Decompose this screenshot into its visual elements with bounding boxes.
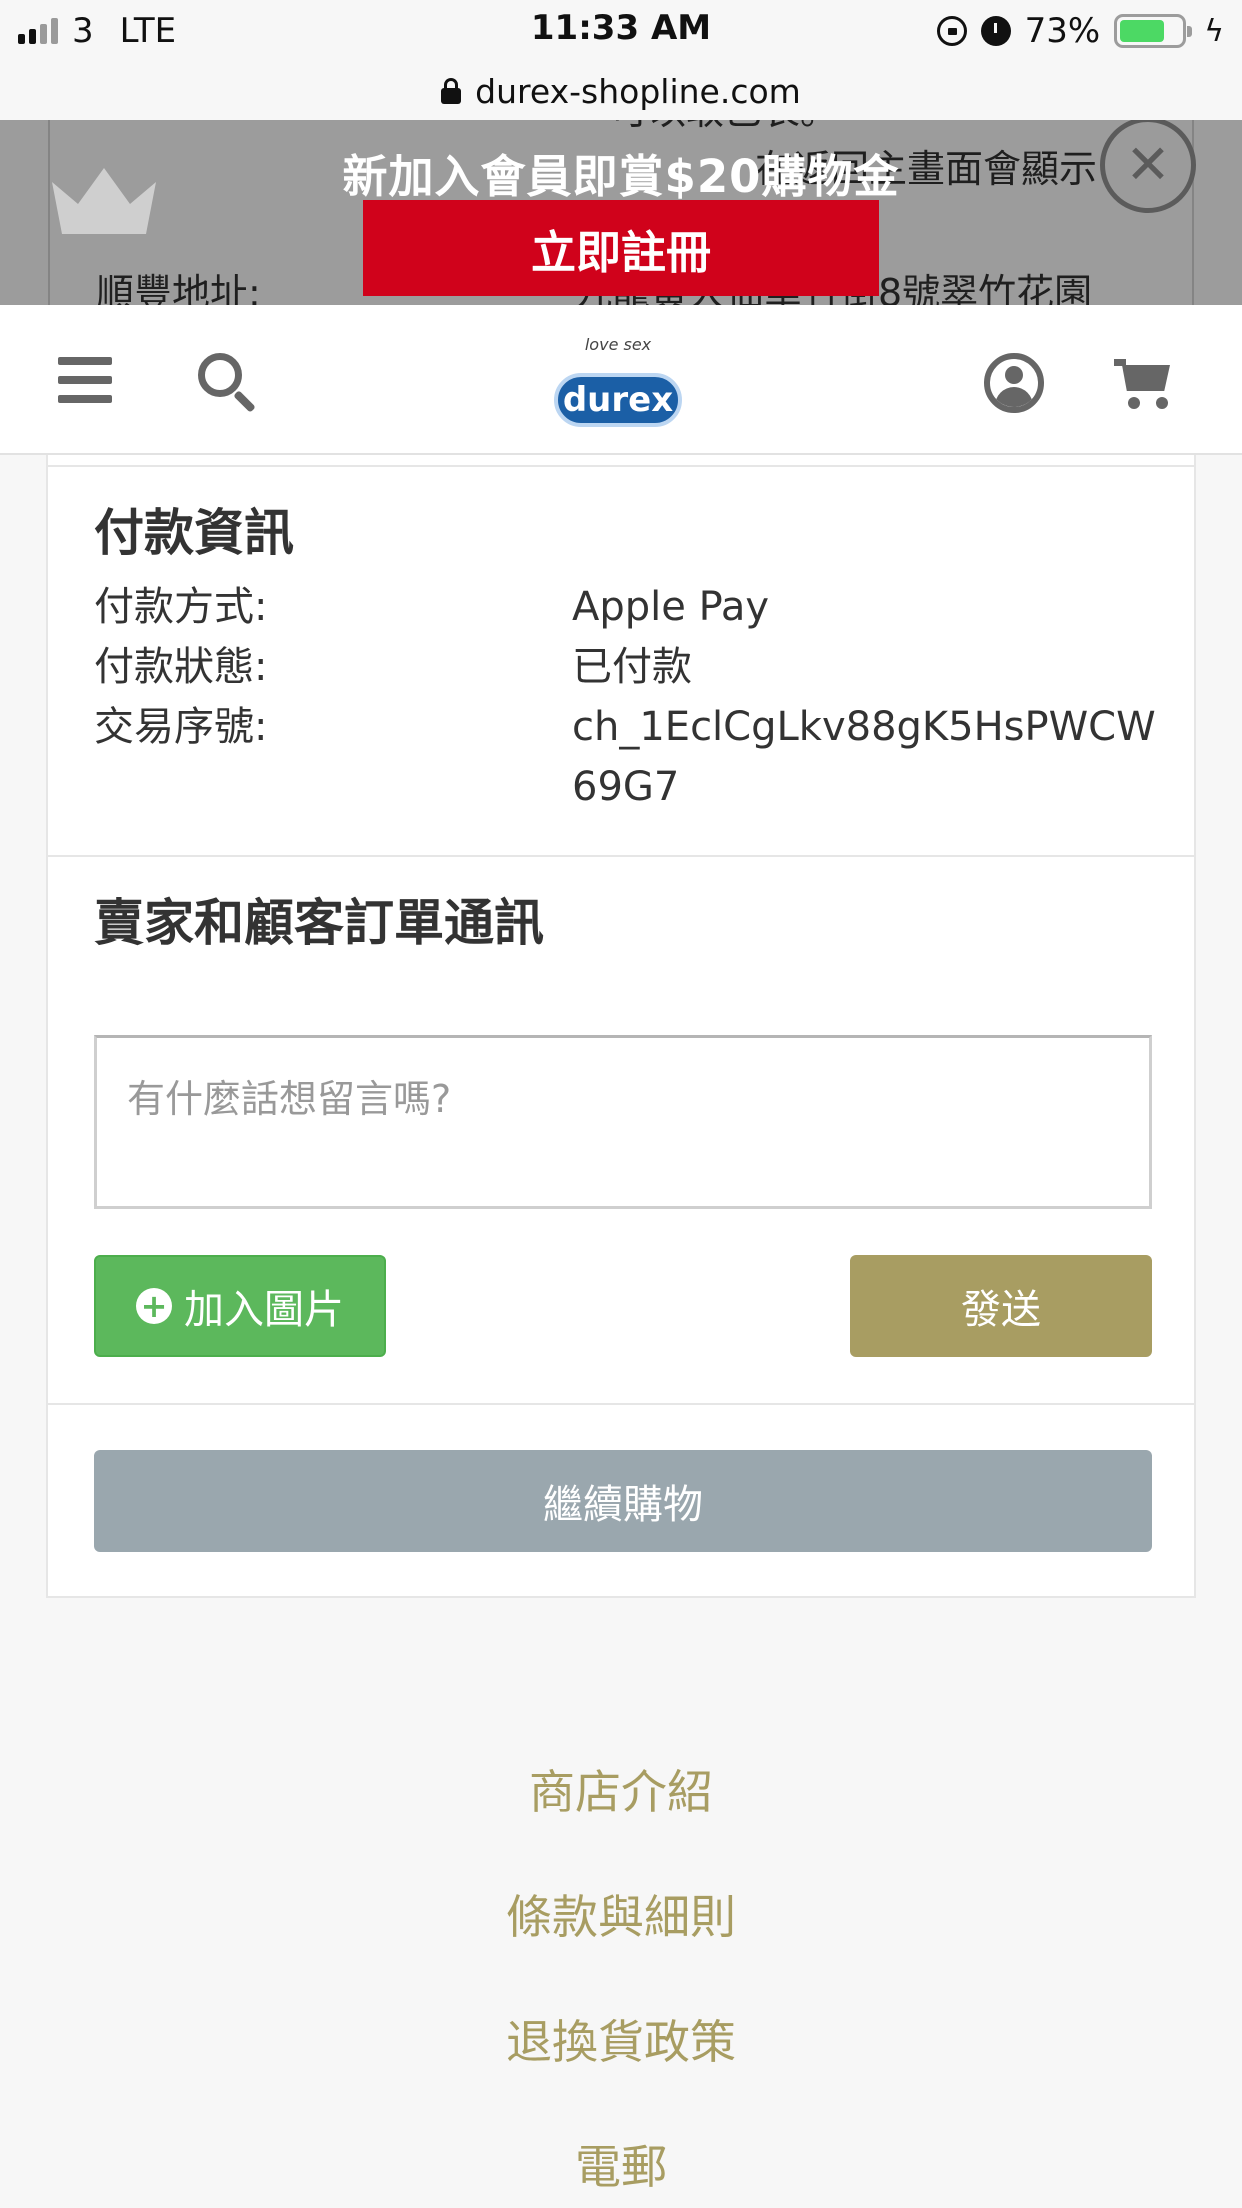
add-image-label: 加入圖片 <box>184 1287 344 1333</box>
send-button[interactable]: 發送 <box>850 1255 1152 1357</box>
logo-wordmark: durex <box>554 373 682 427</box>
background-text: 順豐地址: <box>96 271 261 305</box>
url-text[interactable]: durex-shopline.com <box>475 72 801 111</box>
payment-info-title: 付款資訊 <box>94 504 294 562</box>
footer-link-about[interactable]: 商店介紹 <box>0 1756 1242 1822</box>
register-button[interactable]: 立即註冊 <box>363 200 879 296</box>
account-icon[interactable] <box>984 353 1044 413</box>
promo-banner: 可以取已表。 在返回主畫面會顯示 順豐地址: 九龍黃大仙華竹街8號翠竹花園 新加… <box>0 120 1242 305</box>
transaction-id-label: 交易序號: <box>94 704 268 750</box>
payment-method-value: Apple Pay <box>572 584 770 630</box>
footer-link-terms[interactable]: 條款與細則 <box>0 1881 1242 1947</box>
background-text: 可以取已表。 <box>610 120 838 135</box>
footer-link-returns[interactable]: 退換貨政策 <box>0 2006 1242 2072</box>
durex-logo[interactable]: love sex durex <box>550 325 686 435</box>
payment-status-value: 已付款 <box>572 644 692 690</box>
transaction-id-value: ch_1EclCgLkv88gK5HsPWCW69G7 <box>572 704 1156 810</box>
payment-method-label: 付款方式: <box>94 584 268 630</box>
section-divider <box>48 855 1194 857</box>
continue-shopping-button[interactable]: 繼續購物 <box>94 1450 1152 1552</box>
footer-link-email[interactable]: 電郵 <box>0 2131 1242 2197</box>
status-right: 73% ϟ <box>936 10 1224 52</box>
battery-percent: 73% <box>1024 11 1101 51</box>
promo-title: 新加入會員即賞$20購物金 <box>342 150 900 203</box>
section-divider <box>48 1403 1194 1405</box>
message-input[interactable] <box>94 1035 1152 1209</box>
logo-tagline: love sex <box>584 335 652 354</box>
add-image-button[interactable]: + 加入圖片 <box>94 1255 386 1357</box>
previous-section-edge <box>48 455 1194 467</box>
close-button[interactable]: ✕ <box>1100 117 1196 213</box>
orientation-lock-icon <box>936 16 967 46</box>
cart-icon[interactable] <box>1114 357 1174 411</box>
site-header: love sex durex <box>0 305 1242 455</box>
menu-icon[interactable] <box>58 357 112 403</box>
order-messages-title: 賣家和顧客訂單通訊 <box>94 894 544 952</box>
lock-icon <box>441 78 462 104</box>
close-icon: ✕ <box>1125 133 1171 196</box>
alarm-icon <box>980 16 1011 46</box>
order-card: 付款資訊 付款方式: Apple Pay 付款狀態: 已付款 交易序號: ch_… <box>46 455 1196 1598</box>
battery-icon <box>1114 14 1193 48</box>
plus-circle-icon: + <box>136 1288 172 1324</box>
status-bar: 3 LTE 11:33 AM 73% ϟ <box>0 0 1242 62</box>
address-bar[interactable]: durex-shopline.com <box>0 62 1242 120</box>
search-icon[interactable] <box>198 353 258 413</box>
charging-icon: ϟ <box>1204 13 1224 49</box>
payment-status-label: 付款狀態: <box>94 644 268 690</box>
